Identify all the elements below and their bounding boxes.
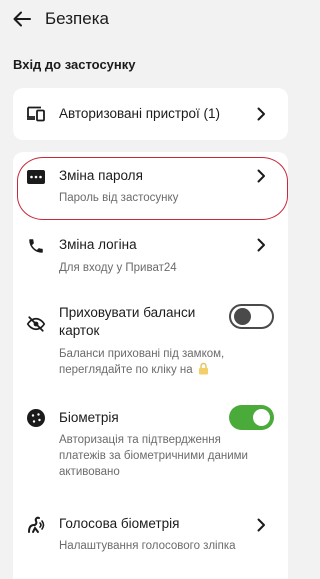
change-password-label: Зміна пароля	[59, 168, 143, 183]
change-login-label: Зміна логіна	[59, 237, 137, 252]
toggle-knob	[253, 409, 270, 426]
section-title: Вхід до застосунку	[13, 57, 136, 72]
hide-balances-toggle[interactable]	[229, 304, 274, 329]
biometry-toggle[interactable]	[229, 405, 274, 430]
top-bar: Безпека	[0, 0, 300, 38]
password-icon	[25, 166, 47, 188]
hide-balances-label: Приховувати баланси карток	[59, 305, 196, 338]
hide-balances-item: Приховувати баланси карток Баланси прихо…	[13, 294, 288, 394]
biometry-label: Біометрія	[59, 410, 119, 425]
chevron-right-icon	[257, 107, 265, 121]
chevron-right-icon	[257, 518, 265, 532]
fingerprint-icon	[25, 407, 47, 429]
devices-icon	[25, 103, 47, 125]
back-arrow-icon[interactable]	[10, 8, 34, 30]
chevron-right-icon	[257, 238, 265, 252]
page-title: Безпека	[45, 9, 109, 28]
voice-icon	[25, 513, 47, 535]
voice-biometry-subtitle: Налаштування голосового зліпка	[59, 540, 236, 552]
biometry-item: Біометрія Авторизація та підтвердження п…	[13, 399, 288, 499]
authorized-devices-label: Авторизовані пристрої (1)	[59, 106, 221, 121]
change-password-subtitle: Пароль від застосунку	[59, 192, 179, 204]
change-login-subtitle: Для входу у Приват24	[59, 262, 177, 274]
phone-icon	[25, 235, 47, 257]
devices-card: Авторизовані пристрої (1)	[13, 88, 288, 140]
change-password-item[interactable]: Зміна пароля Пароль від застосунку	[13, 152, 288, 217]
lock-icon	[198, 362, 209, 380]
voice-biometry-label: Голосова біометрія	[59, 516, 180, 531]
chevron-right-icon	[257, 169, 265, 183]
security-settings-card: Зміна пароля Пароль від застосунку Зміна…	[13, 152, 288, 579]
voice-biometry-item[interactable]: Голосова біометрія Налаштування голосово…	[13, 504, 288, 564]
toggle-knob	[234, 308, 251, 325]
change-login-item[interactable]: Зміна логіна Для входу у Приват24	[13, 222, 288, 284]
eye-off-icon	[25, 313, 47, 335]
hide-balances-subtitle: Баланси приховані під замком, переглядай…	[59, 346, 224, 380]
biometry-subtitle: Авторизація та підтвердження платежів за…	[59, 434, 248, 478]
authorized-devices-item[interactable]: Авторизовані пристрої (1)	[13, 88, 288, 140]
